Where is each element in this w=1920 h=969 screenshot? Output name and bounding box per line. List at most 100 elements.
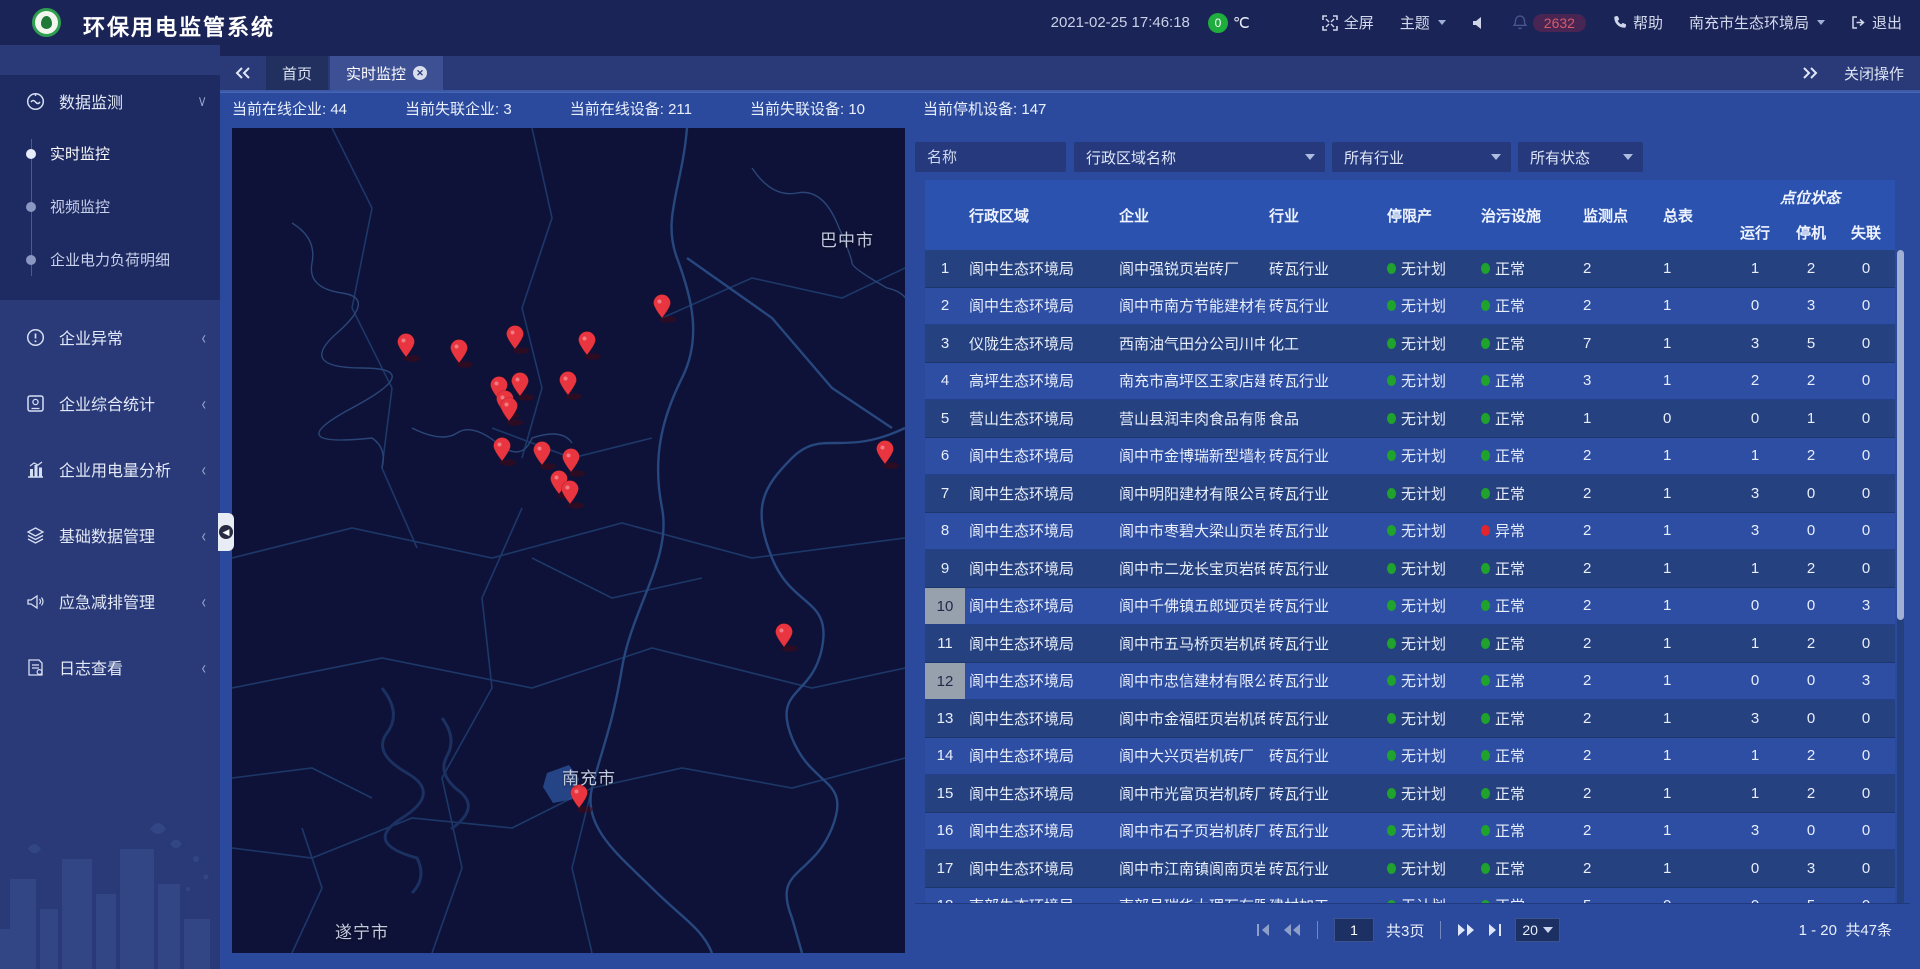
chevron-left-icon: ◀ [219, 525, 233, 539]
table-row[interactable]: 7 阆中生态环境局 阆中明阳建材有限公司 砖瓦行业 无计划 正常 2 1 3 0… [925, 475, 1895, 513]
status-dot [1481, 525, 1490, 536]
cell-industry: 砖瓦行业 [1265, 520, 1385, 541]
table-row[interactable]: 16 阆中生态环境局 阆中市石子页岩机砖厂 砖瓦行业 无计划 正常 2 1 3 … [925, 813, 1895, 851]
table-row[interactable]: 11 阆中生态环境局 阆中市五马桥页岩机砖 砖瓦行业 无计划 正常 2 1 1 … [925, 625, 1895, 663]
map-pin[interactable] [534, 442, 557, 470]
table-row[interactable]: 6 阆中生态环境局 阆中市金博瑞新型墙材 砖瓦行业 无计划 正常 2 1 1 2… [925, 438, 1895, 476]
cell-industry: 砖瓦行业 [1265, 633, 1385, 654]
sidebar-item-power-analysis[interactable]: 企业用电量分析 ‹ [0, 440, 220, 498]
map-pin[interactable] [563, 449, 586, 477]
map-pin[interactable] [501, 398, 524, 426]
table-row[interactable]: 9 阆中生态环境局 阆中市二龙长宝页岩砖 砖瓦行业 无计划 正常 2 1 1 2… [925, 550, 1895, 588]
sidebar-item-data-monitoring[interactable]: 数据监测 ˅ [0, 75, 220, 127]
cell-company: 营山县润丰肉食品有限 [1115, 408, 1265, 429]
table-row[interactable]: 4 高坪生态环境局 南充市高坪区王家店建 砖瓦行业 无计划 正常 3 1 2 2… [925, 363, 1895, 401]
table-row[interactable]: 15 阆中生态环境局 阆中市光富页岩机砖厂 砖瓦行业 无计划 正常 2 1 1 … [925, 775, 1895, 813]
status-dot-green [1387, 788, 1396, 799]
first-page-button[interactable] [1255, 923, 1271, 937]
sidebar-collapse-button[interactable]: ◀ [218, 513, 234, 551]
sidebar-item-realtime-monitoring[interactable]: 实时监控 [0, 127, 220, 180]
next-page-button[interactable] [1457, 923, 1475, 937]
cell-treatment: 正常 [1479, 333, 1571, 354]
right-panel: 行政区域名称 所有行业 所有状态 行政区域 企业 行业 停限产 治污设施 监测点… [915, 128, 1910, 955]
page-number-input[interactable] [1334, 918, 1374, 942]
industry-filter-select[interactable]: 所有行业 [1332, 142, 1511, 172]
double-chevron-left-icon [235, 67, 251, 79]
table-row[interactable]: 12 阆中生态环境局 阆中市忠信建材有限公 砖瓦行业 无计划 正常 2 1 0 … [925, 663, 1895, 701]
table-row[interactable]: 18 南部生态环境局 南部县瑞华大理石有限 建材加工 无计划 正常 5 0 0 … [925, 888, 1895, 904]
cell-index: 11 [925, 635, 965, 652]
status-filter-select[interactable]: 所有状态 [1518, 142, 1643, 172]
cell-company: 阆中大兴页岩机砖厂 [1115, 745, 1265, 766]
help-button[interactable]: 帮助 [1612, 12, 1663, 33]
sidebar-item-label: 企业用电量分析 [59, 457, 202, 481]
status-dot-green [1387, 825, 1396, 836]
cell-stop: 0 [1785, 822, 1837, 839]
table-row[interactable]: 14 阆中生态环境局 阆中大兴页岩机砖厂 砖瓦行业 无计划 正常 2 1 1 2… [925, 738, 1895, 776]
table-row[interactable]: 5 营山生态环境局 营山县润丰肉食品有限 食品 无计划 正常 1 0 0 1 0 [925, 400, 1895, 438]
prev-page-button[interactable] [1283, 923, 1301, 937]
table-row[interactable]: 17 阆中生态环境局 阆中市江南镇阆南页岩 砖瓦行业 无计划 正常 2 1 0 … [925, 850, 1895, 888]
sidebar-item-emergency-reduction[interactable]: 应急减排管理 ‹ [0, 572, 220, 630]
tab-realtime-monitoring[interactable]: 实时监控 ✕ [330, 56, 443, 90]
tabs-scroll-left-button[interactable] [220, 56, 266, 90]
cell-run: 1 [1725, 747, 1785, 764]
cell-stop: 2 [1785, 785, 1837, 802]
tab-zone: 首页 实时监控 ✕ 关闭操作 [220, 45, 1920, 92]
name-filter-input[interactable] [927, 149, 1056, 166]
sidebar-item-basic-data[interactable]: 基础数据管理 ‹ [0, 506, 220, 564]
map-pin[interactable] [507, 326, 530, 354]
map-pin[interactable] [776, 624, 799, 652]
alert-circle-icon [26, 328, 45, 347]
sidebar-item-enterprise-statistics[interactable]: 企业综合统计 ‹ [0, 374, 220, 432]
table-row[interactable]: 1 阆中生态环境局 阆中强锐页岩砖厂 砖瓦行业 无计划 正常 2 1 1 2 0 [925, 250, 1895, 288]
tab-home[interactable]: 首页 [266, 56, 328, 90]
map-pin[interactable] [398, 334, 421, 362]
stat-online-devices: 当前在线设备: 211 [570, 98, 692, 119]
table-row[interactable]: 3 仪陇生态环境局 西南油气田分公司川中 化工 无计划 正常 7 1 3 5 0 [925, 325, 1895, 363]
table-row[interactable]: 2 阆中生态环境局 阆中市南方节能建材有 砖瓦行业 无计划 正常 2 1 0 3… [925, 288, 1895, 326]
page-size-select[interactable]: 20 [1515, 918, 1560, 942]
sidebar-item-enterprise-abnormal[interactable]: 企业异常 ‹ [0, 308, 220, 366]
sidebar-item-video-monitoring[interactable]: 视频监控 [0, 180, 220, 233]
sidebar-item-log-view[interactable]: 日志查看 ‹ [0, 638, 220, 696]
col-header-production: 停限产 [1385, 180, 1479, 250]
cell-lost: 0 [1837, 785, 1895, 802]
map-panel[interactable]: 巴中市南充市遂宁市 [232, 128, 905, 953]
col-header-run: 运行 [1725, 214, 1785, 250]
region-filter-select[interactable]: 行政区域名称 [1074, 142, 1325, 172]
cell-run: 1 [1725, 635, 1785, 652]
logout-button[interactable]: 退出 [1851, 12, 1902, 33]
cell-treatment: 正常 [1479, 295, 1571, 316]
map-pin[interactable] [451, 340, 474, 368]
map-pin[interactable] [562, 481, 585, 509]
last-page-icon [1487, 923, 1503, 937]
fullscreen-button[interactable]: 全屏 [1322, 12, 1374, 33]
theme-menu[interactable]: 主题 [1400, 12, 1446, 33]
last-page-button[interactable] [1487, 923, 1503, 937]
table-row[interactable]: 13 阆中生态环境局 阆中市金福旺页岩机砖 砖瓦行业 无计划 正常 2 1 3 … [925, 700, 1895, 738]
table-scrollbar[interactable] [1897, 250, 1904, 905]
cell-production: 无计划 [1385, 370, 1479, 391]
map-pin[interactable] [654, 295, 677, 323]
sound-button[interactable] [1472, 16, 1487, 30]
sidebar-item-power-load-detail[interactable]: 企业电力负荷明细 [0, 233, 220, 286]
table-row[interactable]: 8 阆中生态环境局 阆中市枣碧大梁山页岩 砖瓦行业 无计划 异常 2 1 3 0… [925, 513, 1895, 551]
close-operations-button[interactable]: 关闭操作 [1844, 63, 1904, 84]
scrollbar-thumb[interactable] [1897, 250, 1904, 620]
chevron-left-icon: ‹ [202, 459, 206, 480]
tab-close-icon[interactable]: ✕ [413, 66, 427, 80]
map-pin[interactable] [512, 373, 535, 401]
map-pin[interactable] [579, 332, 602, 360]
table-row[interactable]: 10 阆中生态环境局 阆中千佛镇五郎垭页岩 砖瓦行业 无计划 正常 2 1 0 … [925, 588, 1895, 626]
notifications[interactable]: 2632 [1513, 14, 1586, 32]
cell-meter: 1 [1651, 860, 1725, 877]
org-menu[interactable]: 南充市生态环境局 [1689, 12, 1825, 33]
tabs-scroll-right-button[interactable] [1802, 67, 1818, 79]
sidebar: 数据监测 ˅ 实时监控 视频监控 企业电力负荷明细 企业异常 ‹ 企业综合统计 [0, 45, 220, 969]
map-pin[interactable] [560, 372, 583, 400]
map-pin[interactable] [877, 441, 900, 469]
name-filter[interactable] [915, 142, 1066, 172]
cell-company: 阆中市金福旺页岩机砖 [1115, 708, 1265, 729]
cell-production: 无计划 [1385, 708, 1479, 729]
